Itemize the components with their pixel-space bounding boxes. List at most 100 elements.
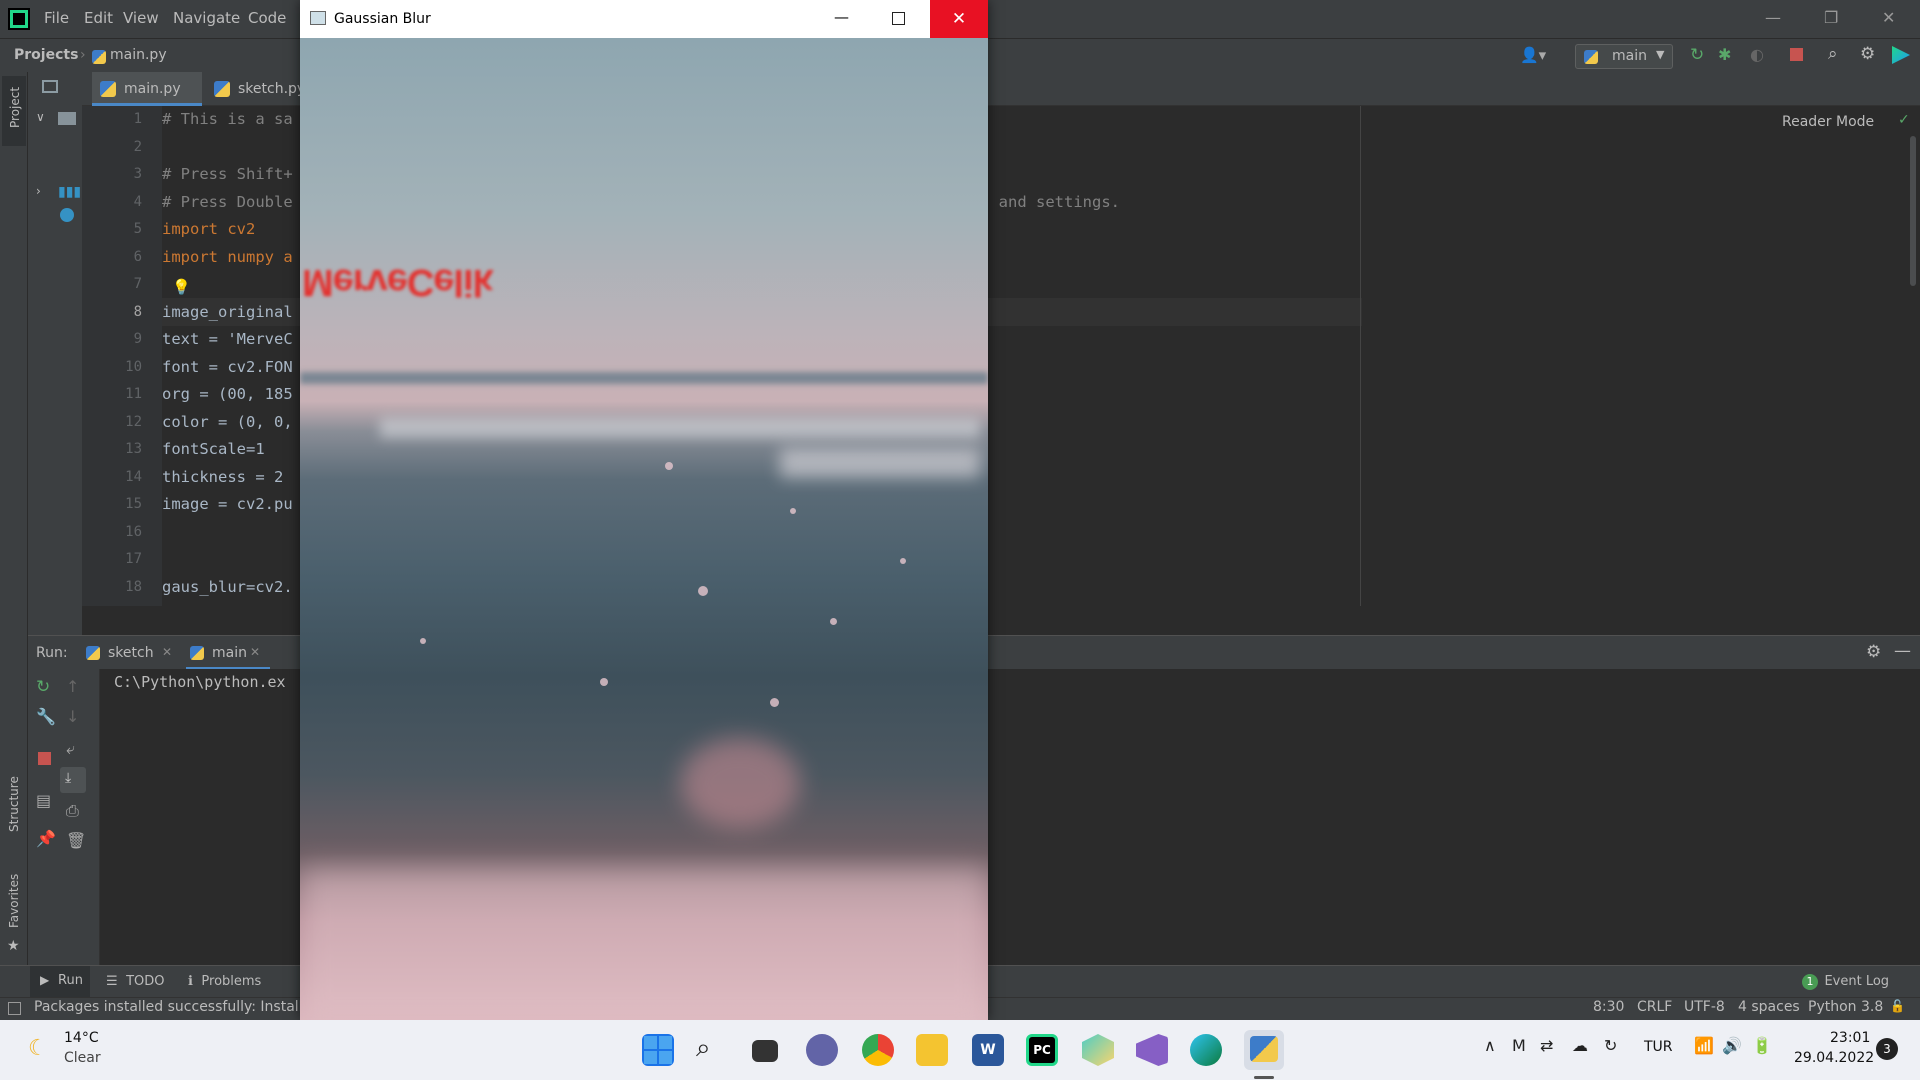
battery-icon[interactable]: 🔋 [1752,1036,1772,1055]
layout-icon[interactable]: ▤ [36,791,51,810]
wrench-icon[interactable]: 🔧 [36,707,56,726]
pin-icon[interactable]: 📌 [36,829,56,848]
tab-sketch-py[interactable]: sketch.py [206,72,306,106]
caret-position[interactable]: 8:30 [1593,999,1624,1015]
lock-icon[interactable]: 🔓 [1890,999,1905,1013]
volume-icon[interactable]: 🔊 [1722,1036,1742,1055]
file-encoding[interactable]: UTF-8 [1684,999,1725,1015]
python-file-icon [92,50,106,64]
jetbrains-toolbox-icon[interactable] [1892,46,1910,64]
menu-edit[interactable]: Edit [84,9,113,27]
task-view-icon[interactable] [752,1040,778,1062]
sync-icon[interactable]: ⇄ [1540,1036,1553,1055]
input-language[interactable]: TUR [1644,1039,1673,1055]
visual-studio-icon[interactable] [1136,1034,1168,1066]
event-log-button[interactable]: 1 Event Log [1802,973,1889,990]
onedrive-icon[interactable]: ☁ [1572,1036,1588,1055]
rerun-icon[interactable]: ↻ [36,677,50,697]
pycharm-icon[interactable]: PC [1026,1034,1058,1066]
edge-icon[interactable] [1190,1034,1222,1066]
panel-options-icon[interactable] [42,80,58,93]
file-explorer-icon[interactable] [916,1034,948,1066]
scroll-to-end-button[interactable]: ⤓ [60,767,86,793]
close-button[interactable]: ✕ [930,0,988,38]
expand-chevron-icon[interactable]: ∨ [36,110,45,124]
tool-tab-run[interactable]: ▶ Run [30,966,90,997]
mail-icon[interactable]: M [1512,1036,1526,1055]
editor-scrollbar[interactable] [1910,136,1916,286]
word-icon[interactable]: W [972,1034,1004,1066]
chevron-up-icon[interactable]: ∧ [1484,1036,1496,1055]
reader-mode-button[interactable]: Reader Mode [1782,114,1874,130]
libraries-icon[interactable]: ▮▮▮ [58,184,81,200]
app-hexagon-icon[interactable] [1082,1034,1114,1066]
trash-icon[interactable]: 🗑 [66,831,86,850]
gear-icon[interactable]: ⚙ [1860,44,1875,64]
menu-file[interactable]: File [44,9,69,27]
run-tab-label: sketch [108,645,154,661]
ide-minimize-icon[interactable]: — [1765,8,1781,27]
scratches-icon[interactable] [60,208,74,222]
start-windows-icon[interactable] [642,1034,674,1066]
menu-view[interactable]: View [123,9,159,27]
run-tab-main[interactable]: main ✕ [186,636,270,670]
breadcrumb-projects[interactable]: Projects [14,47,78,63]
weather-desc[interactable]: Clear [64,1050,101,1066]
stop-icon[interactable] [38,752,51,765]
opencv-python-active-icon[interactable] [1244,1030,1284,1070]
python-interpreter[interactable]: Python 3.8 [1808,999,1883,1015]
line-separator[interactable]: CRLF [1637,999,1672,1015]
favorites-label[interactable]: Favorites [7,874,21,928]
clock-date[interactable]: 29.04.2022 [1794,1050,1874,1066]
clock-time[interactable]: 23:01 [1830,1030,1870,1046]
maximize-icon[interactable] [892,12,905,25]
search-icon[interactable]: ⌕ [696,1033,711,1064]
ide-restore-icon[interactable]: ❐ [1824,8,1838,27]
cv-window-titlebar[interactable]: Gaussian Blur — ✕ [300,0,988,38]
search-icon[interactable]: ⌕ [1828,44,1838,64]
indent-setting[interactable]: 4 spaces [1738,999,1800,1015]
toggle-tool-windows-icon[interactable] [8,1002,21,1015]
print-icon[interactable]: ⎙ [66,801,79,821]
hide-panel-icon[interactable]: — [1894,641,1911,661]
menu-navigate[interactable]: Navigate [173,9,240,27]
folder-icon[interactable] [58,112,76,125]
code-line: image_original [162,303,293,321]
stop-icon[interactable] [1790,48,1803,61]
run-tab-sketch[interactable]: sketch ✕ [86,636,180,670]
status-message[interactable]: Packages installed successfully: Install… [34,999,320,1015]
refresh-icon[interactable]: ↻ [1604,1036,1617,1055]
menu-code[interactable]: Code [248,9,286,27]
soft-wrap-icon[interactable]: ⤶ [66,739,75,759]
close-tab-icon[interactable]: ✕ [250,645,260,659]
minimize-icon[interactable]: — [834,8,849,26]
up-arrow-icon[interactable]: ↑ [66,677,79,696]
list-icon: ☰ [106,974,118,989]
notification-badge[interactable]: 3 [1876,1038,1898,1060]
tool-tab-problems[interactable]: ℹ Problems [188,973,261,989]
down-arrow-icon[interactable]: ↓ [66,707,79,726]
project-tool-window-button[interactable]: Project [2,76,26,146]
teams-chat-icon[interactable] [806,1034,838,1066]
wave-crest [380,418,980,438]
breadcrumb-file[interactable]: main.py [110,47,167,63]
gaussian-blur-window[interactable]: Gaussian Blur — ✕ MerveCelik [300,0,988,1020]
gear-icon[interactable]: ⚙ [1866,642,1881,662]
run-config-selector[interactable]: main ▼ [1575,44,1673,69]
structure-label[interactable]: Structure [7,776,21,832]
tool-tab-todo[interactable]: ☰ TODO [106,973,165,989]
coverage-icon[interactable]: ◐ [1750,45,1764,64]
user-icon[interactable]: 👤▾ [1520,46,1546,64]
weather-temp[interactable]: 14°C [64,1030,99,1046]
rerun-icon[interactable]: ↻ [1690,45,1704,65]
collapse-chevron-icon[interactable]: › [36,184,41,198]
wifi-icon[interactable]: 📶 [1694,1036,1714,1055]
ide-close-icon[interactable]: ✕ [1882,8,1895,27]
close-tab-icon[interactable]: ✕ [162,645,172,659]
debug-icon[interactable]: ✱ [1718,45,1731,64]
chrome-icon[interactable] [862,1034,894,1066]
line-number: 10 [125,359,142,375]
tab-main-py[interactable]: main.py ✕ [92,72,202,130]
foam [680,738,800,828]
lightbulb-icon[interactable]: 💡 [172,278,191,296]
